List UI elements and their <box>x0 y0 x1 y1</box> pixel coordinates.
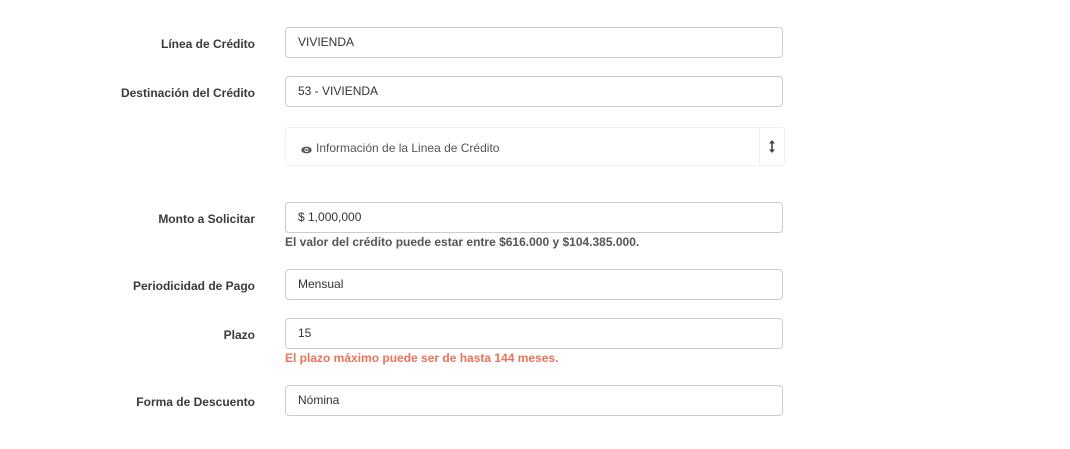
monto-help-text: El valor del crédito puede estar entre $… <box>285 235 640 249</box>
linea-credito-info-panel[interactable]: Información de la Linea de Crédito <box>285 127 785 166</box>
plazo-help-text: El plazo máximo puede ser de hasta 144 m… <box>285 351 559 365</box>
linea-credito-field[interactable]: VIVIENDA <box>285 27 783 58</box>
vertical-resize-arrow-icon <box>769 140 775 153</box>
destinacion-field[interactable]: 53 - VIVIENDA <box>285 76 783 107</box>
monto-label: Monto a Solicitar <box>158 212 255 226</box>
forma-descuento-select[interactable]: Nómina <box>285 385 783 416</box>
periodicidad-select[interactable]: Mensual <box>285 269 783 300</box>
monto-field[interactable]: $ 1,000,000 <box>285 202 783 233</box>
destinacion-label: Destinación del Crédito <box>120 86 255 100</box>
plazo-label: Plazo <box>223 328 255 342</box>
linea-credito-label: Línea de Crédito <box>160 37 255 51</box>
info-panel-title: Información de la Linea de Crédito <box>316 141 500 155</box>
eye-icon <box>301 142 312 154</box>
expand-toggle-button[interactable] <box>760 128 784 165</box>
plazo-field[interactable]: 15 <box>285 318 783 349</box>
forma-descuento-label: Forma de Descuento <box>136 395 255 409</box>
periodicidad-label: Periodicidad de Pago <box>132 279 255 293</box>
